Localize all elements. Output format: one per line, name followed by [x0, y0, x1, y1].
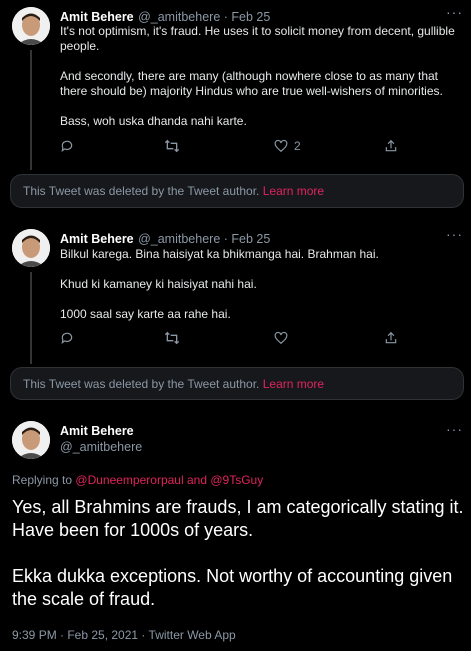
like-count: 2 [294, 139, 301, 153]
author-handle-time[interactable]: @_amitbehere · Feb 25 [138, 10, 270, 24]
deleted-tweet-notice: This Tweet was deleted by the Tweet auth… [10, 174, 464, 208]
like-button[interactable]: 2 [274, 139, 301, 153]
author-name[interactable]: Amit Behere [60, 10, 134, 24]
author-name[interactable]: Amit Behere [60, 424, 134, 438]
reply-button[interactable] [60, 139, 74, 153]
like-icon [274, 331, 288, 345]
avatar[interactable] [12, 229, 50, 267]
learn-more-link[interactable]: Learn more [263, 184, 324, 198]
tweet-text: Yes, all Brahmins are frauds, I am categ… [12, 497, 464, 609]
retweet-button[interactable] [164, 139, 180, 153]
more-icon[interactable]: ··· [446, 421, 463, 437]
learn-more-link[interactable]: Learn more [263, 377, 324, 391]
reply-button[interactable] [60, 331, 74, 345]
author-name[interactable]: Amit Behere [60, 232, 134, 246]
share-button[interactable] [384, 139, 398, 153]
share-icon [385, 331, 397, 344]
author-handle[interactable]: @_amitbehere [60, 440, 142, 454]
replying-to: Replying to @Duneemperorpaul and @9TsGuy [12, 473, 264, 487]
share-icon [385, 139, 397, 152]
avatar[interactable] [12, 421, 50, 459]
thread-line [30, 50, 32, 170]
reply-icon [61, 140, 73, 153]
share-button[interactable] [384, 331, 398, 345]
mention-link[interactable]: @Duneemperorpaul [75, 473, 183, 487]
like-button[interactable] [274, 331, 288, 345]
retweet-icon [164, 331, 180, 345]
tweet-timestamp[interactable]: 9:39 PM · Feb 25, 2021 · Twitter Web App [12, 628, 236, 642]
tweet-text: Bilkul karega. Bina haisiyat ka bhikmang… [60, 247, 379, 321]
reply-icon [61, 332, 73, 345]
retweet-icon [164, 139, 180, 153]
retweet-button[interactable] [164, 331, 180, 345]
like-icon [274, 139, 288, 153]
more-icon[interactable]: ··· [446, 4, 463, 20]
thread-line [30, 272, 32, 364]
avatar[interactable] [12, 7, 50, 45]
tweet-text: It's not optimism, it's fraud. He uses i… [60, 24, 455, 128]
more-icon[interactable]: ··· [446, 226, 463, 242]
deleted-tweet-notice: This Tweet was deleted by the Tweet auth… [10, 367, 464, 400]
mention-link[interactable]: @9TsGuy [210, 473, 263, 487]
author-handle-time[interactable]: @_amitbehere · Feb 25 [138, 232, 270, 246]
